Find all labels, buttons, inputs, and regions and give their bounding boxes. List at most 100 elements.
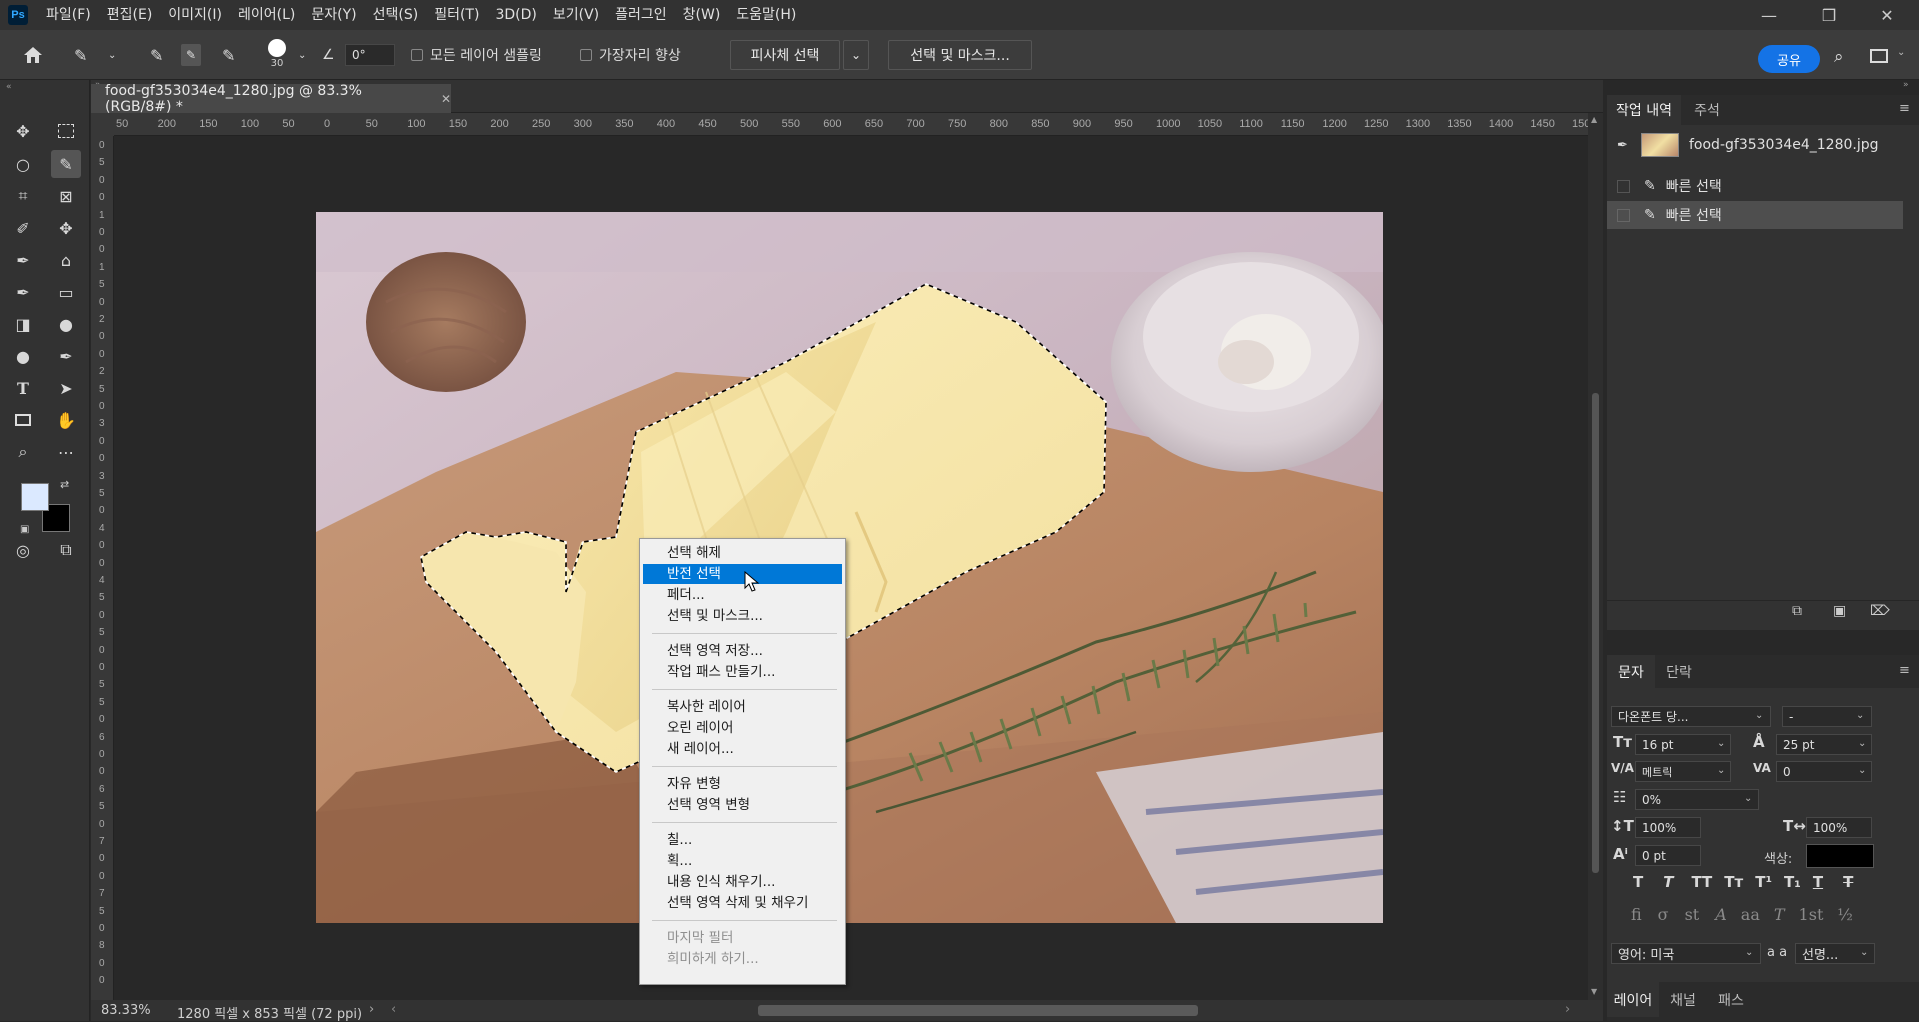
context-menu-item[interactable]: 오린 레이어 <box>643 718 842 738</box>
workspace-icon[interactable] <box>1870 49 1888 63</box>
menu-item[interactable]: 창(W) <box>675 0 729 30</box>
titling-alternates-icon[interactable]: T <box>1774 905 1785 924</box>
type-tool-icon[interactable]: T <box>8 374 38 402</box>
history-brush-tool-icon[interactable]: ✒ <box>8 278 38 306</box>
menu-item[interactable]: 레이어(L) <box>230 0 303 30</box>
context-menu-item[interactable]: 획... <box>643 851 842 871</box>
pen-tool-icon[interactable]: ✒ <box>51 342 81 370</box>
subtract-from-selection-icon[interactable]: ✎ <box>222 30 235 80</box>
tab-character[interactable]: 문자 <box>1607 655 1655 688</box>
discretionary-ligatures-icon[interactable]: st <box>1685 905 1700 924</box>
scroll-up-icon[interactable]: ▲ <box>1591 115 1597 124</box>
chevron-down-icon[interactable]: ⌄ <box>1717 765 1725 776</box>
tsume-input[interactable]: 0% <box>1635 789 1759 810</box>
chevron-down-icon[interactable]: ⌄ <box>1744 793 1752 804</box>
clone-stamp-tool-icon[interactable]: ⌂ <box>51 246 81 274</box>
brush-size-picker[interactable]: 30 <box>268 34 286 74</box>
context-menu-item[interactable]: 복사한 레이어 <box>643 697 842 717</box>
superscript-icon[interactable]: T¹ <box>1755 873 1772 891</box>
context-menu-item[interactable]: 선택 영역 변형 <box>643 795 842 815</box>
eraser-tool-icon[interactable]: ▭ <box>51 278 81 306</box>
fractions-icon[interactable]: ½ <box>1837 905 1853 924</box>
panel-menu-icon[interactable]: ≡ <box>1899 663 1910 678</box>
crop-tool-icon[interactable]: ⌗ <box>8 182 38 210</box>
context-menu-item[interactable]: 자유 변형 <box>643 774 842 794</box>
context-menu-item[interactable]: 페더... <box>643 585 842 605</box>
quick-selection-preset-icon[interactable]: ✎ <box>74 30 87 80</box>
context-menu-item[interactable]: 선택 해제 <box>643 543 842 563</box>
quick-mask-icon[interactable]: ◎ <box>8 536 38 564</box>
underline-icon[interactable]: T <box>1813 873 1823 891</box>
panel-menu-icon[interactable]: ≡ <box>1899 101 1910 116</box>
history-brush-source-icon[interactable]: ✒ <box>1617 138 1637 153</box>
history-source-checkbox[interactable] <box>1617 208 1630 222</box>
history-step[interactable]: ✎ 빠른 선택 <box>1607 172 1903 200</box>
horizontal-scroll-thumb[interactable] <box>758 1005 1198 1016</box>
scroll-thumb[interactable] <box>1592 393 1599 873</box>
sample-all-layers-checkbox[interactable]: 모든 레이어 샘플링 <box>411 30 542 80</box>
vertical-scale-input[interactable]: 100% <box>1635 817 1701 838</box>
zoom-level[interactable]: 83.33% <box>101 1003 151 1018</box>
context-menu-item[interactable]: 반전 선택 <box>643 564 842 584</box>
menu-item[interactable]: 3D(D) <box>487 0 544 30</box>
tab-paragraph[interactable]: 단락 <box>1655 655 1703 688</box>
tab-layers[interactable]: 레이어 <box>1607 982 1659 1017</box>
vertical-scrollbar[interactable]: ▲ ▼ <box>1588 113 1603 1000</box>
context-menu-item[interactable]: 선택 및 마스크... <box>643 606 842 626</box>
menu-item[interactable]: 도움말(H) <box>728 0 804 30</box>
ligatures-icon[interactable]: fi <box>1631 905 1642 924</box>
brush-tool-icon[interactable]: ✒ <box>8 246 38 274</box>
marquee-tool-icon[interactable] <box>51 117 81 145</box>
history-snapshot[interactable]: ✒ food-gf353034e4_1280.jpg <box>1607 131 1903 159</box>
paint-bucket-tool-icon[interactable]: ◨ <box>8 310 38 338</box>
chevron-right-icon[interactable]: › <box>369 1002 374 1017</box>
tab-channels[interactable]: 채널 <box>1659 982 1707 1017</box>
chevron-down-icon[interactable]: ⌄ <box>1717 738 1725 749</box>
chevron-down-icon[interactable]: ⌄ <box>1858 738 1866 749</box>
chevron-down-icon[interactable]: ⌄ <box>1860 947 1868 958</box>
chevron-down-icon[interactable]: ⌄ <box>1745 947 1753 958</box>
language-select[interactable]: 영어: 미국 <box>1611 943 1761 964</box>
swap-colors-icon[interactable]: ⇄ <box>60 478 69 491</box>
collapse-icon[interactable]: » <box>1903 80 1909 90</box>
tab-history[interactable]: 작업 내역 <box>1607 95 1681 125</box>
blur-tool-icon[interactable]: ● <box>51 310 81 338</box>
menu-item[interactable]: 이미지(I) <box>160 0 230 30</box>
baseline-shift-input[interactable]: 0 pt <box>1635 845 1701 866</box>
context-menu-item[interactable]: 내용 인식 채우기... <box>643 872 842 892</box>
close-icon[interactable]: ✕ <box>1863 0 1911 30</box>
home-icon[interactable] <box>22 30 44 80</box>
document-tab[interactable]: food-gf353034e4_1280.jpg @ 83.3% (RGB/8#… <box>91 83 451 115</box>
hand-tool-icon[interactable]: ✋ <box>51 406 81 434</box>
path-selection-tool-icon[interactable]: ➤ <box>51 374 81 402</box>
chevron-down-icon[interactable]: ⌄ <box>1856 710 1864 721</box>
font-family-select[interactable]: 다온폰트 당... <box>1611 706 1771 727</box>
collapse-icon[interactable]: « <box>6 82 12 92</box>
angle-input[interactable]: 0° <box>345 44 395 66</box>
select-and-mask-button[interactable]: 선택 및 마스크... <box>888 40 1032 70</box>
chevron-down-icon[interactable]: ⌄ <box>298 30 306 80</box>
camera-icon[interactable]: ▣ <box>1833 603 1846 619</box>
screen-mode-icon[interactable]: ⧉ <box>51 536 81 564</box>
enhance-edge-checkbox[interactable]: 가장자리 향상 <box>580 30 681 80</box>
move-tool-icon[interactable]: ✥ <box>8 117 38 145</box>
frame-tool-icon[interactable]: ⊠ <box>51 182 81 210</box>
document-image[interactable] <box>316 212 1383 923</box>
more-tools-icon[interactable]: ⋯ <box>51 438 81 466</box>
faux-bold-icon[interactable]: T <box>1633 873 1643 891</box>
strikethrough-icon[interactable]: T <box>1843 873 1853 891</box>
foreground-color-swatch[interactable] <box>21 483 49 511</box>
history-source-checkbox[interactable] <box>1617 179 1630 193</box>
context-menu-item[interactable]: 새 레이어... <box>643 739 842 759</box>
add-to-selection-icon[interactable]: ✎ <box>181 30 202 80</box>
scroll-down-icon[interactable]: ▼ <box>1591 987 1597 996</box>
tab-notes[interactable]: 주석 <box>1681 95 1733 125</box>
context-menu-item[interactable]: 선택 영역 저장... <box>643 641 842 661</box>
scroll-right-icon[interactable]: › <box>1565 1002 1570 1017</box>
chevron-down-icon[interactable]: ⌄ <box>1755 710 1763 721</box>
lasso-tool-icon[interactable]: ○ <box>8 150 38 178</box>
old-style-icon[interactable]: σ <box>1658 905 1669 924</box>
new-document-from-state-icon[interactable]: ⧉ <box>1792 603 1802 619</box>
menu-item[interactable]: 플러그인 <box>607 0 675 30</box>
menu-item[interactable]: 선택(S) <box>365 0 427 30</box>
